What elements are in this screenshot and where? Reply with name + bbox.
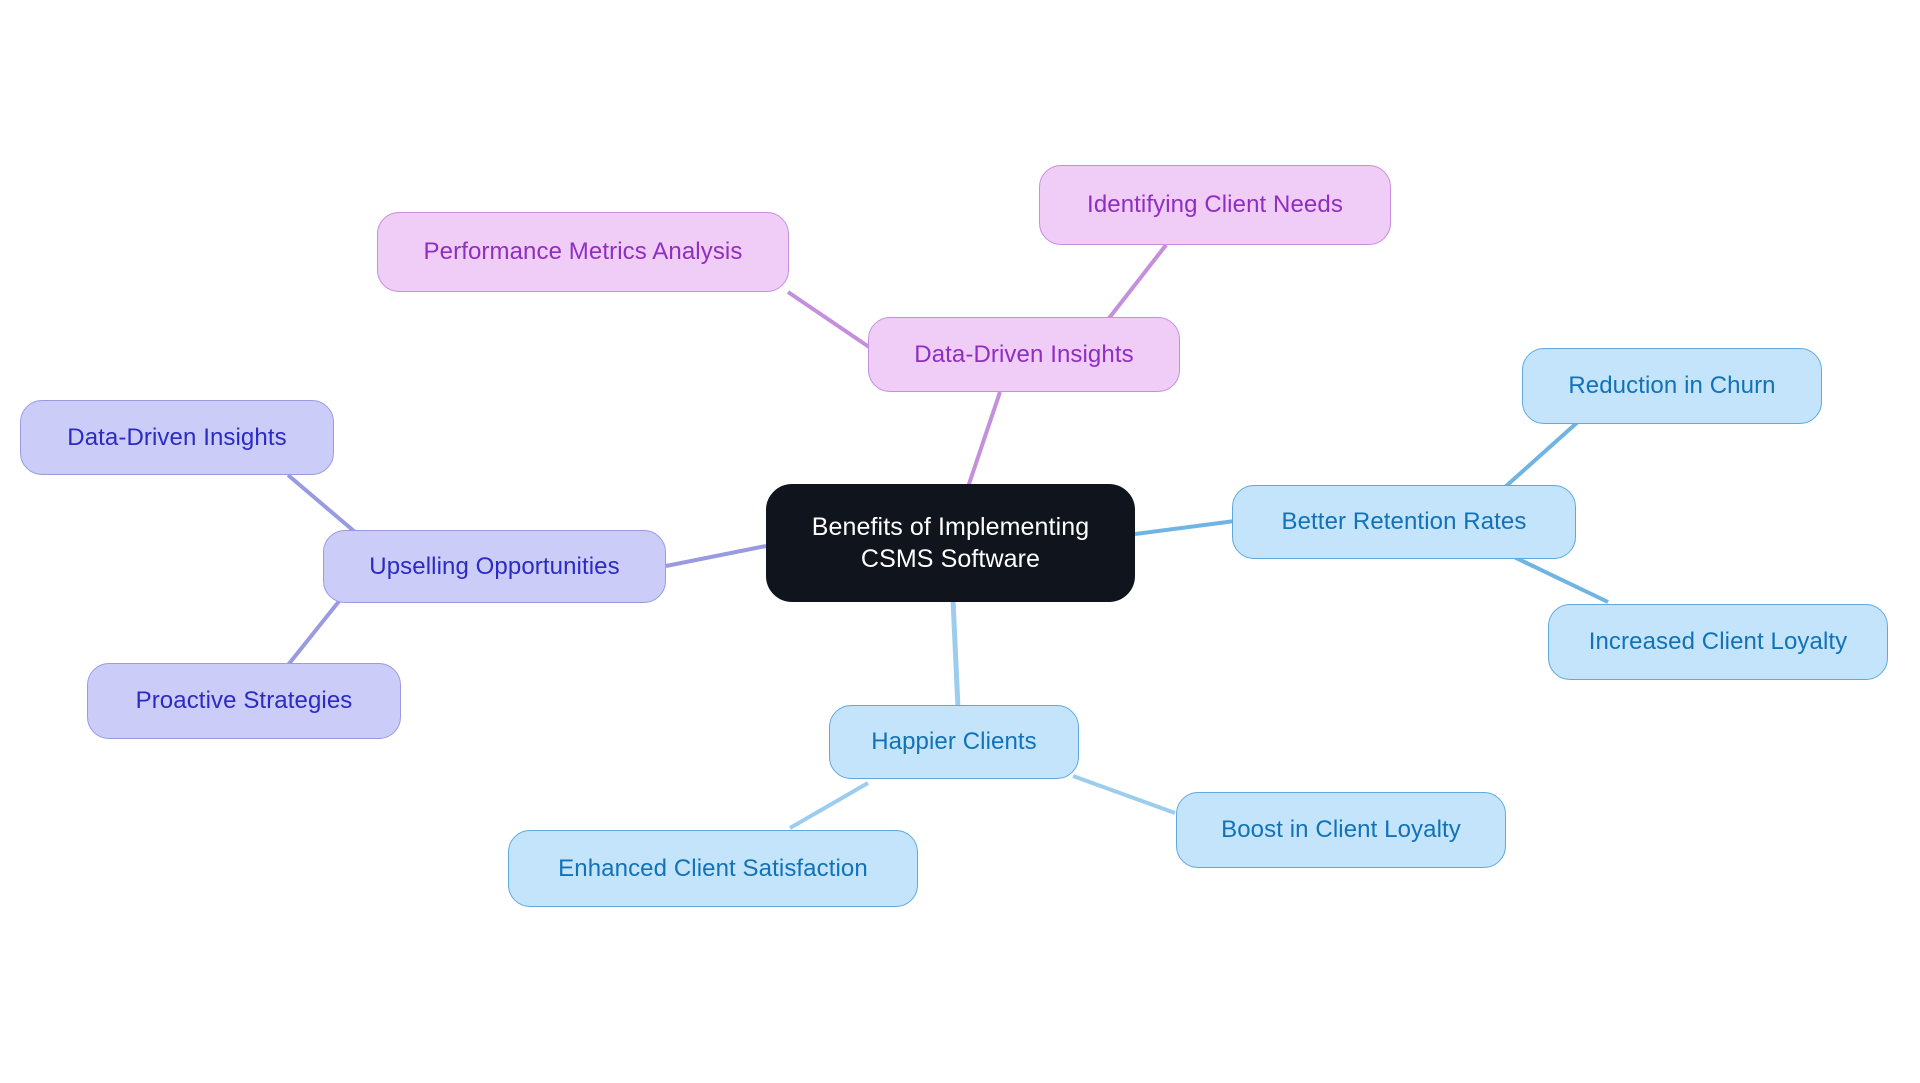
mindmap-node-label: Data-Driven Insights	[67, 423, 287, 451]
mindmap-node-identifying-client-needs[interactable]: Identifying Client Needs	[1039, 165, 1391, 245]
mindmap-node-label: Reduction in Churn	[1568, 372, 1776, 399]
mindmap-node-data-driven-insights-violet[interactable]: Data-Driven Insights	[868, 317, 1180, 392]
mindmap-node-label: Boost in Client Loyalty	[1221, 816, 1461, 843]
edge-better-retention-rates-to-increased-client-loyalty	[1511, 554, 1609, 604]
mindmap-root-node[interactable]: Benefits of Implementing CSMS Software	[766, 484, 1135, 602]
edge-happier-clients-to-boost-in-client-loyalty	[1072, 774, 1176, 815]
mindmap-node-data-driven-insights-periwinkle[interactable]: Data-Driven Insights	[20, 400, 334, 475]
mindmap-node-label: Happier Clients	[871, 728, 1037, 755]
edge-better-retention-rates-to-reduction-in-churn	[1503, 418, 1582, 489]
mindmap-node-happier-clients[interactable]: Happier Clients	[829, 705, 1079, 779]
mindmap-node-performance-metrics-analysis[interactable]: Performance Metrics Analysis	[377, 212, 789, 292]
mindmap-node-increased-client-loyalty[interactable]: Increased Client Loyalty	[1548, 604, 1888, 680]
mindmap-node-boost-in-client-loyalty[interactable]: Boost in Client Loyalty	[1176, 792, 1506, 868]
edge-data-driven-insights-violet-to-performance-metrics-analysis	[786, 290, 874, 351]
mindmap-node-label: Performance Metrics Analysis	[423, 238, 743, 265]
mindmap-canvas: Benefits of Implementing CSMS Software D…	[0, 0, 1920, 1083]
mindmap-node-label: Better Retention Rates	[1281, 508, 1527, 535]
mindmap-node-enhanced-client-satisfaction[interactable]: Enhanced Client Satisfaction	[508, 830, 918, 907]
mindmap-node-label: Proactive Strategies	[135, 687, 353, 714]
edge-root-to-data-driven-insights-violet	[966, 391, 1002, 488]
mindmap-node-label: Identifying Client Needs	[1087, 191, 1343, 218]
edge-root-to-upselling-opportunities	[665, 544, 767, 568]
mindmap-root-label-line-1: Benefits of Implementing	[811, 513, 1090, 541]
mindmap-node-upselling-opportunities[interactable]: Upselling Opportunities	[323, 530, 666, 603]
edge-root-to-happier-clients	[950, 599, 961, 709]
mindmap-node-label: Upselling Opportunities	[369, 552, 620, 580]
mindmap-root-label-line-2: CSMS Software	[860, 545, 1041, 573]
edge-happier-clients-to-enhanced-client-satisfaction	[789, 781, 869, 830]
edge-upselling-opportunities-to-data-driven-insights-periwinkle	[286, 473, 357, 534]
mindmap-root-label: Benefits of Implementing CSMS Software	[794, 511, 1108, 575]
mindmap-node-proactive-strategies[interactable]: Proactive Strategies	[87, 663, 401, 739]
mindmap-node-reduction-in-churn[interactable]: Reduction in Churn	[1522, 348, 1822, 424]
mindmap-node-label: Enhanced Client Satisfaction	[558, 854, 868, 882]
mindmap-node-label: Increased Client Loyalty	[1588, 628, 1848, 655]
mindmap-node-better-retention-rates[interactable]: Better Retention Rates	[1232, 485, 1576, 559]
mindmap-node-label: Data-Driven Insights	[914, 340, 1134, 368]
edge-root-to-better-retention-rates	[1134, 519, 1236, 536]
